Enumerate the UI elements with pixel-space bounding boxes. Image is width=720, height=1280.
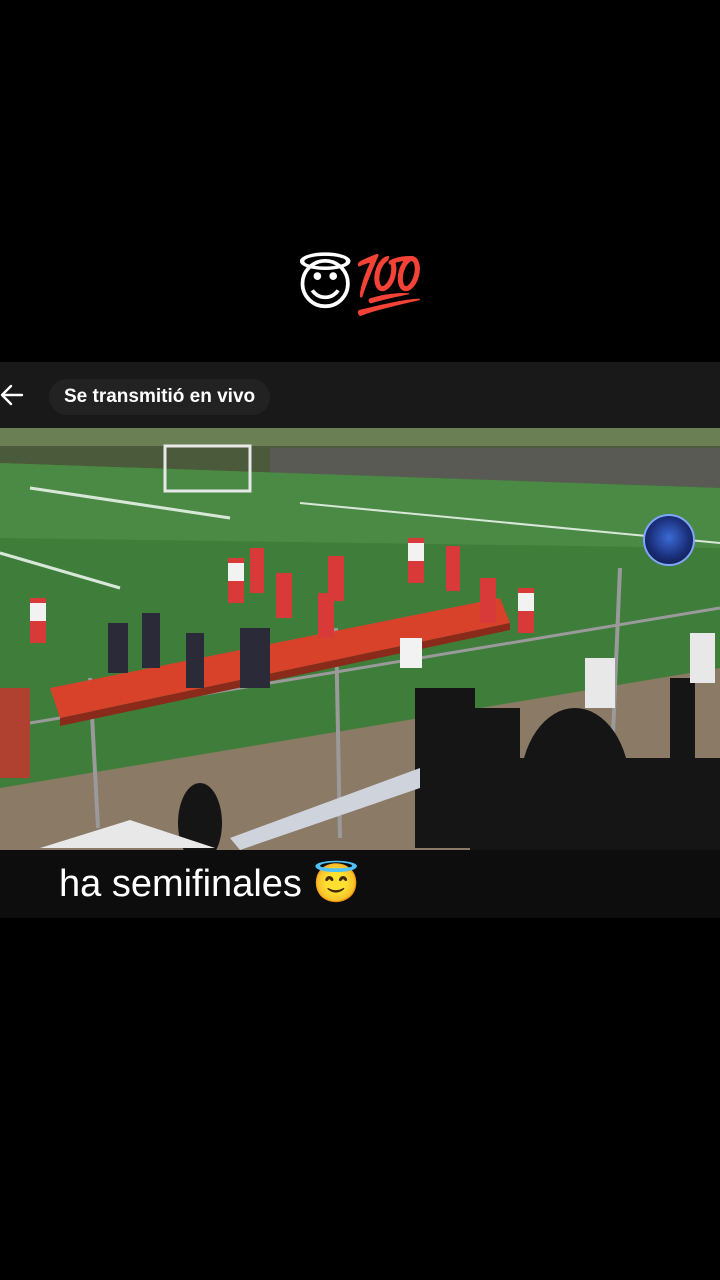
- live-status-badge: Se transmitió en vivo: [49, 379, 271, 415]
- bottom-caption: ha semifinales 😇: [59, 863, 360, 905]
- video-frame: [0, 428, 720, 850]
- arrow-left-icon: [0, 384, 24, 406]
- live-video-embed: Se transmitió en vivo ha semifinales 😇: [0, 362, 720, 918]
- live-status-label: Se transmitió en vivo: [64, 386, 256, 407]
- top-emoji-caption: 😇💯: [295, 253, 425, 318]
- caption-bar: ha semifinales 😇: [0, 850, 720, 918]
- video-player[interactable]: [0, 428, 720, 850]
- channel-logo-icon: [643, 514, 695, 566]
- back-button[interactable]: [0, 380, 26, 410]
- embed-header: Se transmitió en vivo: [0, 362, 720, 428]
